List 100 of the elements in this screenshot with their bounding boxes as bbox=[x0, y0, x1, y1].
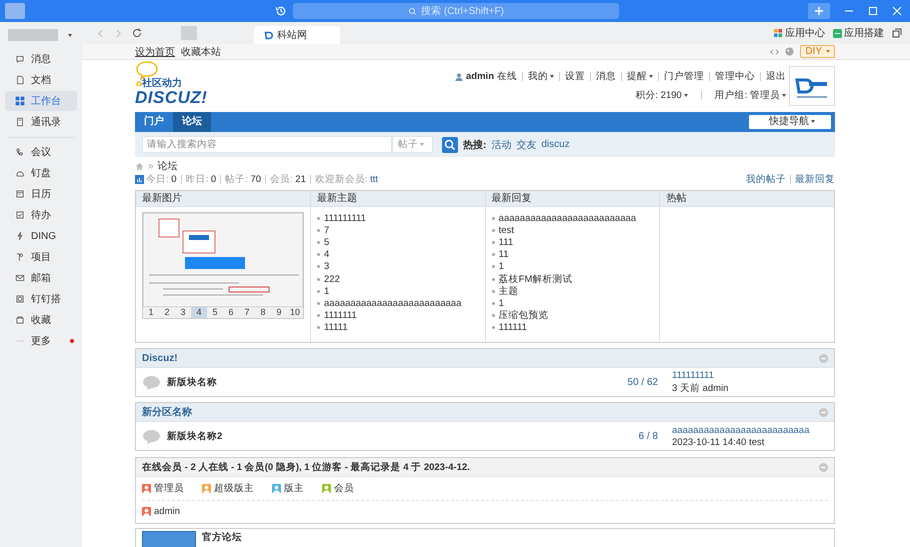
page-number[interactable]: 1 bbox=[143, 307, 159, 318]
member-link[interactable]: admin bbox=[154, 506, 180, 517]
back-icon[interactable] bbox=[96, 28, 105, 38]
sidebar-item[interactable]: 文档 bbox=[5, 70, 77, 90]
home-icon[interactable] bbox=[135, 162, 144, 170]
quick-nav-button[interactable]: 快捷导航 bbox=[749, 115, 831, 129]
thread-link[interactable]: 1111111 bbox=[324, 310, 357, 322]
thread-link[interactable]: 1 bbox=[498, 261, 504, 272]
user-menu-link[interactable]: 退出 bbox=[766, 70, 786, 83]
collapse-icon[interactable] bbox=[819, 462, 828, 472]
page-number[interactable]: 5 bbox=[207, 307, 223, 318]
code-icon[interactable] bbox=[770, 48, 780, 56]
sidebar-item[interactable]: DING bbox=[5, 226, 77, 246]
forum-name[interactable]: 新版块名称 bbox=[167, 376, 217, 388]
add-button[interactable] bbox=[808, 3, 830, 19]
category-title[interactable]: Discuz! bbox=[142, 352, 178, 364]
sidebar-item[interactable]: 消息 bbox=[5, 49, 77, 69]
page-number[interactable]: 2 bbox=[159, 307, 175, 318]
stat-link[interactable]: 最新回复 bbox=[795, 173, 835, 186]
collapse-icon[interactable] bbox=[819, 354, 828, 362]
page-number[interactable]: 4 bbox=[191, 307, 207, 318]
page-number[interactable]: 6 bbox=[223, 307, 239, 318]
thread-link[interactable]: 5 bbox=[324, 236, 330, 248]
category-title[interactable]: 新分区名称 bbox=[142, 405, 192, 419]
sidebar-item[interactable]: 更多 bbox=[5, 331, 77, 351]
site-logo-drawing[interactable] bbox=[789, 66, 835, 106]
thread-link[interactable]: 111 bbox=[498, 236, 514, 248]
page-number[interactable]: 9 bbox=[271, 307, 287, 318]
points-link[interactable]: 积分: 2190 bbox=[635, 89, 688, 102]
thread-link[interactable]: 11 bbox=[498, 249, 509, 260]
username-link[interactable]: admin bbox=[466, 71, 494, 82]
caret-icon[interactable] bbox=[68, 34, 72, 36]
page-number[interactable]: 10 bbox=[287, 307, 303, 318]
hot-search-link[interactable]: 交友 bbox=[516, 138, 536, 152]
sidebar-item[interactable]: 通讯录 bbox=[5, 112, 77, 132]
thread-link[interactable]: 1 bbox=[324, 286, 330, 297]
thread-link[interactable]: aaaaaaaaaaaaaaaaaaaaaaaaaa bbox=[324, 298, 462, 309]
hot-search-link[interactable]: discuz bbox=[541, 139, 570, 150]
page-number[interactable]: 8 bbox=[255, 307, 271, 318]
user-menu-link[interactable]: 我的 bbox=[528, 70, 554, 83]
thread-link[interactable]: 222 bbox=[324, 274, 340, 285]
user-menu-link[interactable]: 设置 bbox=[565, 70, 585, 83]
thread-link[interactable]: 11111 bbox=[324, 322, 348, 334]
user-menu-link[interactable]: 管理中心 bbox=[715, 70, 755, 83]
history-icon[interactable] bbox=[275, 5, 287, 17]
toolbar-button[interactable]: 应用搭建 bbox=[833, 26, 884, 40]
search-button[interactable] bbox=[442, 136, 458, 152]
stat-link[interactable]: 我的帖子 bbox=[746, 173, 786, 186]
collapse-icon[interactable] bbox=[819, 408, 828, 416]
legend-label: 超级版主 bbox=[214, 482, 254, 495]
sidebar-item[interactable]: 待办 bbox=[5, 205, 77, 225]
sidebar-item[interactable]: 钉钉搭 bbox=[5, 289, 77, 309]
nav-tab[interactable]: 论坛 bbox=[173, 112, 211, 132]
thread-link[interactable]: test bbox=[498, 224, 514, 236]
last-post-link[interactable]: 111111111 bbox=[672, 370, 714, 380]
breadcrumb-link[interactable]: 论坛 bbox=[158, 159, 178, 173]
user-menu-link[interactable]: 门户管理 bbox=[664, 70, 704, 83]
sidebar-item[interactable]: 收藏 bbox=[5, 310, 77, 330]
forum-name[interactable]: 新版块名称2 bbox=[167, 430, 222, 442]
thread-link[interactable]: 7 bbox=[324, 224, 330, 236]
thread-link[interactable]: 4 bbox=[324, 249, 330, 260]
thread-link[interactable]: 荔枝FM解析测试 bbox=[498, 272, 572, 286]
forward-icon[interactable] bbox=[114, 28, 123, 38]
screenshot-thumbnail[interactable] bbox=[143, 213, 303, 307]
user-group-link[interactable]: 用户组: 管理员 bbox=[714, 89, 786, 102]
thread-link[interactable]: 111111 bbox=[498, 322, 527, 334]
hot-search-link[interactable]: 活动 bbox=[491, 138, 512, 152]
thread-link[interactable]: 3 bbox=[324, 261, 330, 272]
thread-link[interactable]: 111111111 bbox=[324, 212, 366, 224]
toolbar-button[interactable]: 应用中心 bbox=[774, 26, 825, 40]
logo-text[interactable]: DISCUZ! bbox=[135, 90, 208, 106]
last-post-link[interactable]: aaaaaaaaaaaaaaaaaaaaaaaaaa bbox=[672, 424, 810, 436]
page-number[interactable]: 7 bbox=[239, 307, 255, 318]
thread-link[interactable]: 主题 bbox=[498, 284, 519, 298]
grid-icon bbox=[15, 96, 25, 106]
sidebar-item[interactable]: 日历 bbox=[5, 184, 77, 204]
set-homepage-link[interactable]: 设为首页 bbox=[135, 44, 175, 58]
post-counts: 6 / 8 bbox=[638, 430, 658, 442]
close-icon[interactable] bbox=[892, 6, 902, 16]
sidebar-item[interactable]: 会议 bbox=[5, 142, 77, 162]
thread-link[interactable]: 1 bbox=[498, 298, 504, 309]
refresh-icon[interactable] bbox=[132, 28, 142, 38]
sidebar-item[interactable]: 工作台 bbox=[5, 91, 77, 111]
thread-link[interactable]: 压缩包预览 bbox=[498, 309, 549, 322]
user-menu-link[interactable]: 消息 bbox=[596, 70, 616, 83]
bookmark-link[interactable]: 收藏本站 bbox=[181, 44, 221, 58]
last-post-meta: 2023-10-11 14:40 test bbox=[672, 436, 766, 448]
user-menu-link[interactable]: 提醒 bbox=[627, 70, 653, 83]
thread-link[interactable]: aaaaaaaaaaaaaaaaaaaaaaaaaa bbox=[498, 212, 636, 224]
maximize-icon[interactable] bbox=[868, 6, 878, 16]
search-input[interactable]: 请输入搜索内容 bbox=[142, 136, 392, 153]
sidebar-item[interactable]: 钉盘 bbox=[5, 163, 77, 183]
nav-tab[interactable]: 门户 bbox=[135, 112, 173, 132]
builder-icon bbox=[833, 28, 842, 38]
document-icon bbox=[15, 75, 25, 85]
browser-tab[interactable]: 科站网 bbox=[254, 26, 340, 44]
new-window-icon[interactable] bbox=[892, 28, 902, 38]
sidebar-item[interactable]: 邮箱 bbox=[5, 268, 77, 288]
sidebar-item[interactable]: 项目 bbox=[5, 247, 77, 267]
page-number[interactable]: 3 bbox=[175, 307, 191, 318]
